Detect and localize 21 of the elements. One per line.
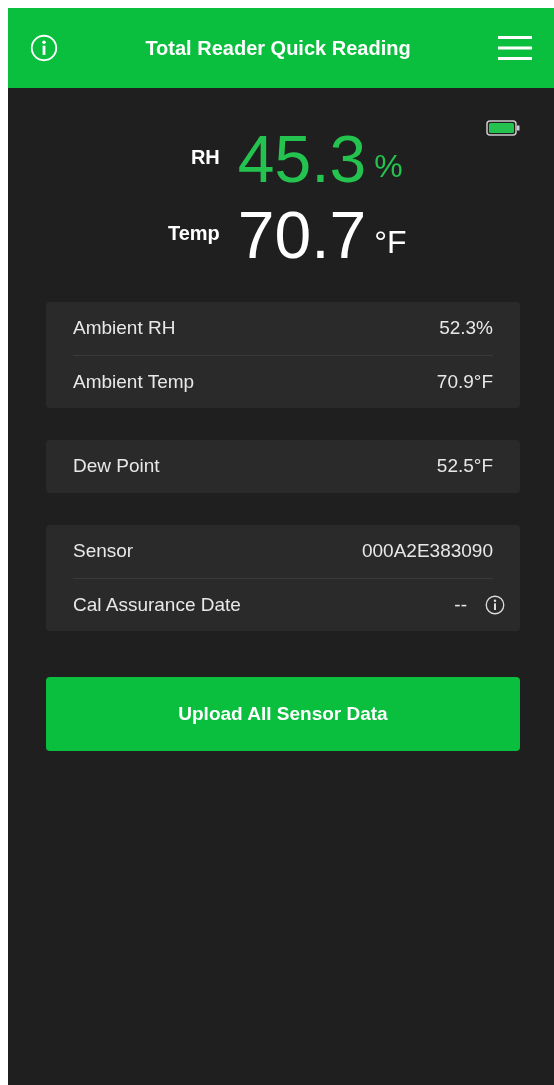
reading-value: 45.3 [237, 126, 367, 192]
row-value: 52.5°F [436, 454, 493, 479]
reading-label: RH [189, 145, 220, 170]
info-icon[interactable] [485, 595, 505, 615]
upload-button[interactable]: Upload All Sensor Data [46, 677, 520, 751]
row-label: Cal Assurance Date [73, 592, 241, 617]
reading-value: 70.7 [237, 202, 367, 268]
battery-icon [486, 120, 520, 136]
reading-label: Temp [166, 221, 220, 246]
row-label: Sensor [73, 539, 134, 564]
reading-unit: °F [374, 223, 408, 262]
reading-unit: % [374, 147, 404, 186]
menu-icon[interactable] [498, 35, 532, 61]
row-label: Ambient Temp [73, 369, 195, 394]
row-label: Ambient RH [73, 316, 176, 341]
page-title: Total Reader Quick Reading [145, 36, 411, 61]
row-label: Dew Point [73, 454, 160, 479]
row-value: 000A2E383090 [362, 539, 493, 564]
row-value: 70.9°F [436, 369, 493, 394]
row-value: -- [454, 592, 467, 617]
row-value: 52.3% [439, 316, 493, 341]
